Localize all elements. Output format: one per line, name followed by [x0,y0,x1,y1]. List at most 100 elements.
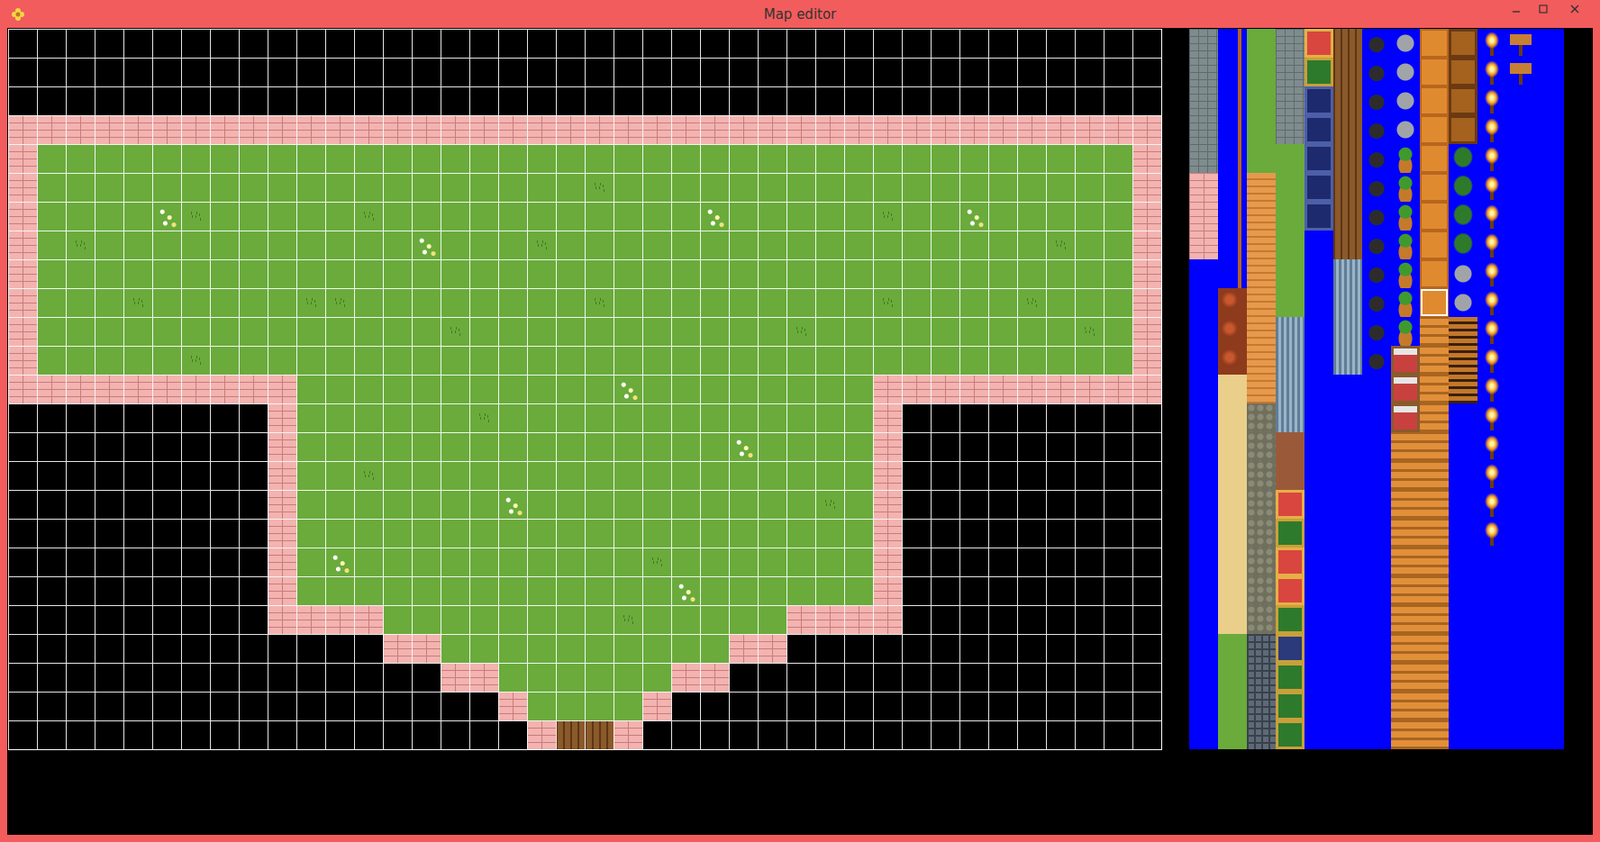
map-tile[interactable] [700,345,729,375]
map-tile[interactable] [181,259,210,289]
map-tile[interactable] [36,172,66,202]
map-tile[interactable] [209,144,239,173]
palette-tile[interactable] [1390,634,1420,664]
map-tile[interactable] [757,57,787,87]
map-tile[interactable] [930,288,960,318]
map-tile[interactable] [238,172,268,202]
palette-tile[interactable] [1304,461,1334,491]
map-tile[interactable] [642,720,672,750]
map-tile[interactable] [1103,374,1133,404]
map-tile[interactable] [786,172,816,202]
map-tile[interactable] [901,288,931,318]
map-tile[interactable] [844,634,873,664]
map-tile[interactable] [440,374,470,404]
map-tile[interactable] [238,259,268,289]
map-tile[interactable] [527,461,556,491]
map-tile[interactable] [123,230,153,260]
palette-tile[interactable] [1189,317,1219,346]
map-tile[interactable] [959,605,989,635]
map-tile[interactable] [267,461,297,491]
map-tile[interactable] [296,547,326,577]
map-tile[interactable] [238,461,268,491]
map-tile[interactable] [123,576,153,606]
palette-tile[interactable] [1333,432,1363,462]
palette-tile[interactable] [1362,259,1391,289]
map-tile[interactable] [65,144,95,173]
map-tile[interactable] [123,201,153,231]
palette-tile[interactable] [1304,576,1334,606]
map-tile[interactable] [613,144,643,173]
palette-tile[interactable] [1275,144,1305,173]
map-tile[interactable] [209,86,239,116]
palette-tile[interactable] [1362,461,1391,491]
palette-tile[interactable] [1275,115,1305,145]
map-tile[interactable] [671,317,700,346]
map-tile[interactable] [411,230,441,260]
map-tile[interactable] [354,576,383,606]
map-tile[interactable] [123,547,153,577]
map-tile[interactable] [1017,144,1046,173]
palette-tile[interactable] [1304,230,1334,260]
palette-tile[interactable] [1419,57,1449,87]
map-tile[interactable] [786,86,816,116]
palette-tile[interactable] [1333,547,1363,577]
map-tile[interactable] [1045,461,1075,491]
map-tile[interactable] [411,634,441,664]
map-tile[interactable] [584,115,614,145]
map-tile[interactable] [152,432,182,462]
map-tile[interactable] [1045,720,1075,750]
palette-tile[interactable] [1535,374,1564,404]
map-tile[interactable] [325,374,355,404]
map-tile[interactable] [382,201,412,231]
map-tile[interactable] [498,691,528,721]
map-tile[interactable] [700,461,729,491]
map-tile[interactable] [786,28,816,58]
map-tile[interactable] [844,461,873,491]
map-tile[interactable] [584,634,614,664]
map-tile[interactable] [815,518,845,548]
map-tile[interactable] [786,374,816,404]
map-tile[interactable] [642,172,672,202]
map-tile[interactable] [152,605,182,635]
map-tile[interactable] [959,115,989,145]
map-tile[interactable] [1132,403,1162,433]
map-tile[interactable] [296,259,326,289]
map-tile[interactable] [296,605,326,635]
map-tile[interactable] [844,288,873,318]
map-tile[interactable] [555,461,585,491]
map-tile[interactable] [786,403,816,433]
map-tile[interactable] [36,605,66,635]
palette-tile[interactable] [1362,86,1391,116]
map-tile[interactable] [123,403,153,433]
palette-tile[interactable] [1275,490,1305,519]
map-tile[interactable] [930,115,960,145]
map-tile[interactable] [325,461,355,491]
map-tile[interactable] [325,172,355,202]
map-tile[interactable] [469,576,499,606]
palette-tile[interactable] [1246,432,1276,462]
map-tile[interactable] [123,490,153,519]
map-tile[interactable] [152,374,182,404]
map-tile[interactable] [642,57,672,87]
map-tile[interactable] [36,57,66,87]
map-tile[interactable] [527,144,556,173]
map-tile[interactable] [123,345,153,375]
palette-tile[interactable] [1189,345,1219,375]
map-tile[interactable] [152,288,182,318]
map-tile[interactable] [1045,115,1075,145]
map-tile[interactable] [94,288,124,318]
map-tile[interactable] [94,403,124,433]
map-tile[interactable] [238,201,268,231]
map-tile[interactable] [642,691,672,721]
map-tile[interactable] [757,144,787,173]
map-tile[interactable] [757,461,787,491]
map-tile[interactable] [728,720,758,750]
map-tile[interactable] [1045,374,1075,404]
map-tile[interactable] [354,634,383,664]
map-tile[interactable] [8,144,37,173]
palette-tile[interactable] [1535,663,1564,692]
map-tile[interactable] [440,432,470,462]
palette-tile[interactable] [1218,663,1247,692]
map-tile[interactable] [901,230,931,260]
map-tile[interactable] [1132,86,1162,116]
